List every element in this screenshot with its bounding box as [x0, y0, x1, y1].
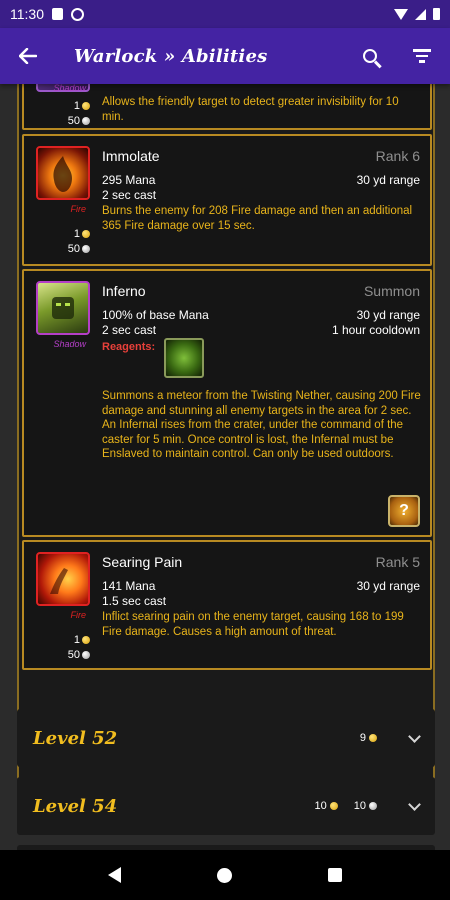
app-bar: Warlock » Abilities [0, 28, 450, 84]
search-icon [363, 49, 377, 63]
level-cost-gold: 9 [359, 732, 366, 744]
level-row-54[interactable]: Level 54 10 10 [17, 777, 435, 835]
spell-description: Allows the friendly target to detect gre… [102, 96, 399, 123]
level-cost-silver: 10 [353, 800, 366, 812]
cost-gold-value: 1 [73, 634, 80, 646]
wifi-icon [394, 8, 408, 20]
cost-silver: 50 [44, 115, 90, 127]
level-cost-gold: 10 [314, 800, 327, 812]
spell-description: Inflict searing pain on the enemy target… [102, 611, 404, 638]
spell-name: Immolate [102, 148, 160, 164]
filter-icon [413, 49, 431, 63]
battery-icon [433, 8, 440, 20]
spell-school: Shadow [53, 339, 86, 349]
immolate-icon [36, 146, 90, 200]
cost-gold: 1 [44, 100, 90, 112]
sim-icon [52, 8, 63, 20]
spell-rank: Rank 6 [375, 148, 420, 164]
level-cost: 10 10 [314, 797, 421, 812]
searing-pain-icon [36, 552, 90, 606]
spell-range: 30 yd range [356, 308, 420, 322]
spell-mana: 295 Mana [102, 173, 156, 187]
level-group-expanded: Shadow 1 50 Allows the friendly target t… [17, 84, 435, 780]
level-title: Level 52 [33, 727, 118, 749]
arrow-back-icon [19, 48, 37, 64]
chevron-down-icon[interactable] [408, 729, 421, 743]
gold-coin-icon [82, 636, 90, 644]
cost-gold-value: 1 [73, 228, 80, 240]
filter-button[interactable] [402, 28, 442, 84]
abilities-list[interactable]: Shadow 1 50 Allows the friendly target t… [0, 84, 450, 850]
inferno-icon [36, 281, 90, 335]
spell-description: Summons a meteor from the Twisting Nethe… [102, 390, 421, 460]
back-button[interactable] [0, 28, 56, 84]
cost-gold-value: 1 [73, 100, 80, 112]
spell-range: 30 yd range [356, 579, 420, 593]
spell-cast: 2 sec cast [102, 323, 157, 337]
spell-card-searing-pain[interactable]: Fire 1 50 Searing Pain Rank 5 141 Mana 3… [22, 540, 432, 670]
spell-card-inferno[interactable]: Shadow Inferno Summon 100% of base Mana … [22, 269, 432, 537]
at-sign-icon [71, 7, 84, 21]
signal-icon [415, 8, 426, 20]
status-bar: 11:30 [0, 0, 450, 28]
cost-gold: 1 [44, 634, 90, 646]
spell-card[interactable]: Shadow 1 50 Allows the friendly target t… [22, 84, 432, 130]
gold-coin-icon [82, 230, 90, 238]
spell-rank: Rank 5 [375, 554, 420, 570]
spell-mana: 100% of base Mana [102, 308, 209, 322]
level-title: Level 54 [33, 795, 118, 817]
reagent-infernal-stone-icon[interactable] [164, 338, 204, 378]
cost-silver-value: 50 [67, 115, 80, 127]
reagent-help-icon[interactable]: ? [388, 495, 420, 527]
spell-cooldown: 1 hour cooldown [331, 323, 420, 337]
nav-back-icon[interactable] [108, 867, 121, 883]
silver-coin-icon [82, 245, 90, 253]
system-nav-bar [0, 850, 450, 900]
nav-home-icon[interactable] [217, 867, 232, 883]
level-row-52[interactable]: Level 52 9 [17, 709, 435, 767]
cost-gold: 1 [44, 228, 90, 240]
spell-school: Fire [70, 610, 87, 620]
reagents-label: Reagents: [102, 341, 156, 353]
gold-coin-icon [369, 734, 377, 742]
search-button[interactable] [350, 28, 390, 84]
spell-school: Fire [70, 204, 87, 214]
level-cost: 9 [359, 729, 421, 744]
cost-silver: 50 [44, 243, 90, 255]
nav-recents-icon[interactable] [328, 868, 342, 882]
spell-cast: 2 sec cast [102, 188, 157, 202]
page-title: Warlock » Abilities [74, 45, 268, 67]
cost-silver-value: 50 [67, 243, 80, 255]
silver-coin-icon [369, 802, 377, 810]
cost-silver: 50 [44, 649, 90, 661]
spell-description: Burns the enemy for 208 Fire damage and … [102, 205, 413, 232]
spell-name: Searing Pain [102, 554, 183, 570]
spell-rank: Summon [363, 283, 420, 299]
status-time: 11:30 [10, 6, 44, 22]
silver-coin-icon [82, 651, 90, 659]
chevron-down-icon[interactable] [408, 797, 421, 811]
gold-coin-icon [82, 102, 90, 110]
infernal-golem-icon [52, 297, 74, 319]
gold-coin-icon [329, 802, 338, 810]
flame-figure-icon [53, 156, 72, 192]
flaming-hand-icon [50, 568, 68, 594]
spell-name: Inferno [102, 283, 146, 299]
spell-card-immolate[interactable]: Fire 1 50 Immolate Rank 6 295 Mana 30 yd… [22, 134, 432, 266]
spell-range: 30 yd range [356, 173, 420, 187]
spell-cast: 1.5 sec cast [102, 594, 167, 608]
spell-mana: 141 Mana [102, 579, 156, 593]
cost-silver-value: 50 [67, 649, 80, 661]
spell-school: Shadow [53, 84, 86, 93]
silver-coin-icon [82, 117, 90, 125]
